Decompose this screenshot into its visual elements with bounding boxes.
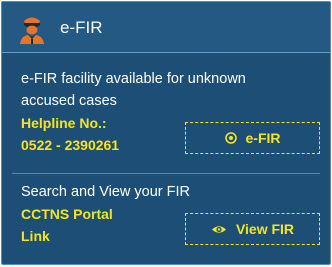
- header-title: e-FIR: [60, 18, 103, 37]
- helpline-number: 0522 - 2390261: [21, 137, 120, 153]
- efir-description-line1: e-FIR facility available for unknown: [21, 71, 246, 87]
- cctns-portal-label: CCTNS Portal: [21, 206, 113, 222]
- police-officer-icon: [20, 17, 44, 44]
- eye-icon: [211, 224, 227, 235]
- card-header: e-FIR: [2, 2, 330, 53]
- efir-description-line2: accused cases: [21, 93, 117, 109]
- efir-button[interactable]: e-FIR: [185, 122, 320, 154]
- efir-card: e-FIR e-FIR facility available for unkno…: [1, 1, 331, 265]
- cctns-portal-link[interactable]: Link: [21, 226, 50, 246]
- fir-search-description: Search and View your FIR: [21, 184, 190, 200]
- view-fir-button-label: View FIR: [235, 221, 295, 237]
- helpline-label: Helpline No.:: [21, 115, 107, 131]
- target-circle-icon: [224, 132, 237, 144]
- section-divider: [12, 173, 320, 174]
- view-fir-button[interactable]: View FIR: [185, 213, 320, 245]
- efir-button-label: e-FIR: [245, 130, 281, 146]
